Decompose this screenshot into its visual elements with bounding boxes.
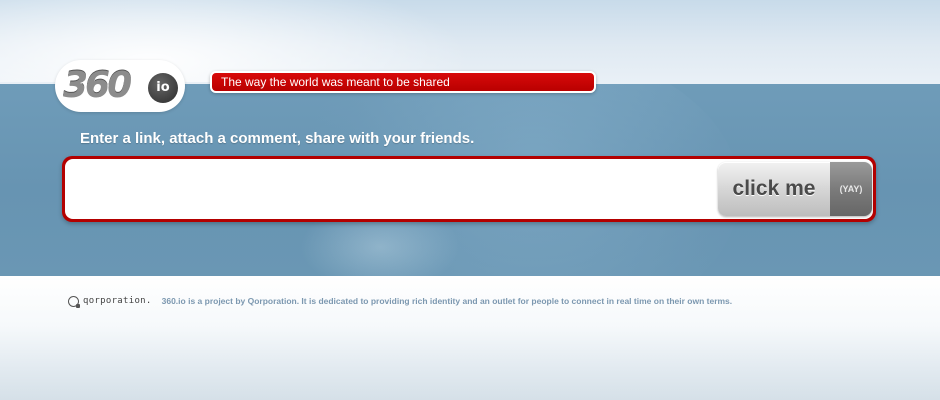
logo-badge: io	[148, 73, 178, 103]
footer-description: 360.io is a project by Qorporation. It i…	[161, 296, 733, 306]
share-prompt: Enter a link, attach a comment, share wi…	[80, 130, 475, 147]
qorporation-logo-icon	[68, 295, 80, 308]
logo[interactable]: 360 io	[55, 60, 185, 112]
tagline-banner: The way the world was meant to be shared	[210, 71, 596, 93]
click-me-button[interactable]: click me (YAY)	[718, 162, 872, 216]
footer: qorporation. 360.io is a project by Qorp…	[68, 294, 732, 308]
logo-text: 360	[63, 65, 132, 106]
click-me-label: click me	[732, 177, 816, 200]
yay-badge: (YAY)	[830, 162, 872, 216]
footer-brand: qorporation.	[83, 296, 152, 306]
